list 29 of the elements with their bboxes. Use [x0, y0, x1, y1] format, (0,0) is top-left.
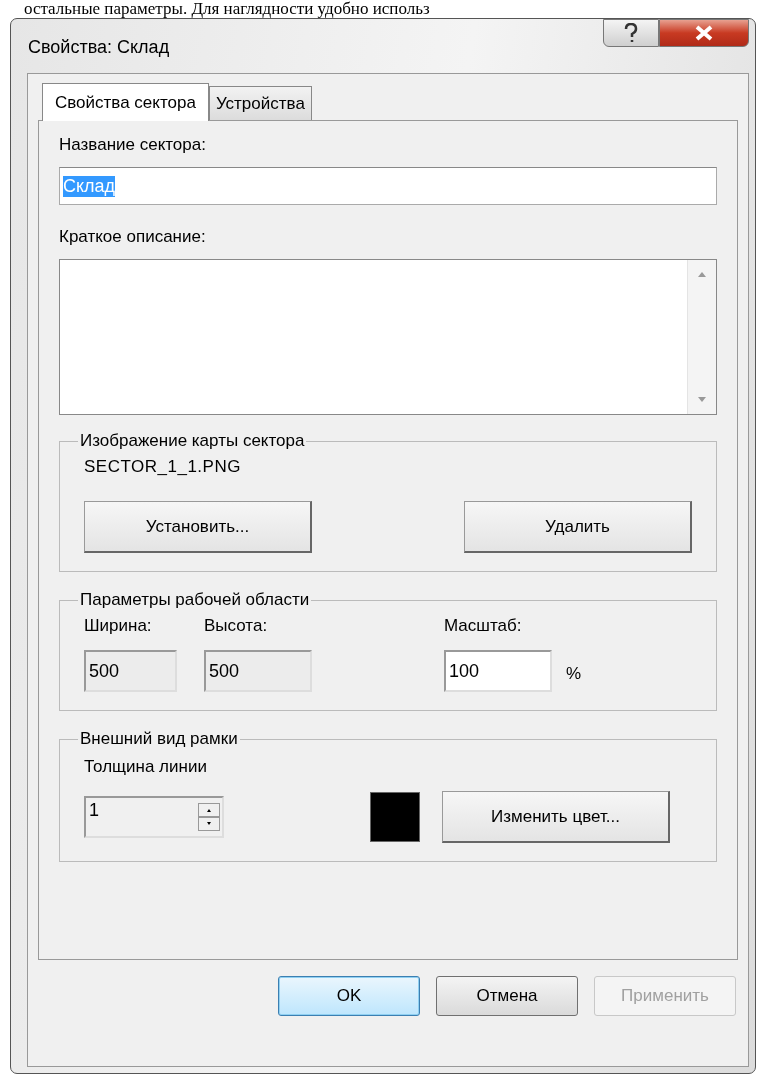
question-mark-icon: [623, 23, 639, 43]
tab[interactable]: Устройства: [208, 86, 312, 120]
scrollbar[interactable]: [687, 260, 716, 414]
field-label: Высота:: [204, 616, 269, 636]
group-title: Изображение карты сектора: [79, 431, 306, 451]
group-title: Внешний вид рамки: [79, 729, 239, 749]
dialog-button[interactable]: Отмена: [436, 976, 578, 1016]
tab[interactable]: Свойства сектора: [42, 83, 209, 121]
action-button[interactable]: Удалить: [464, 501, 692, 553]
help-button[interactable]: [603, 19, 659, 47]
group-title: Параметры рабочей области: [79, 590, 311, 610]
dialog-button[interactable]: OK: [278, 976, 420, 1016]
field-label: Ширина:: [84, 616, 153, 636]
field-label: Краткое описание:: [59, 227, 207, 247]
up-arrow-icon: [697, 270, 707, 278]
file-name: SECTOR_1_1.PNG: [84, 457, 242, 477]
close-button[interactable]: [659, 19, 749, 47]
change-color-button[interactable]: Изменить цвет...: [442, 791, 670, 843]
document-text: остальные параметры. Для наглядности удобно использ: [23, 0, 431, 18]
unit-label: %: [566, 664, 582, 684]
down-arrow-icon: [697, 396, 707, 404]
field-label: Толщина линии: [84, 757, 208, 777]
close-icon: [694, 25, 714, 41]
number-field[interactable]: 100: [444, 650, 552, 692]
field-label: Название сектора:: [59, 135, 207, 155]
window-title: Свойства: Склад: [28, 37, 170, 58]
action-button[interactable]: Установить...: [84, 501, 312, 553]
field-label: Масштаб:: [444, 616, 523, 636]
spin-box[interactable]: 1: [84, 796, 224, 838]
